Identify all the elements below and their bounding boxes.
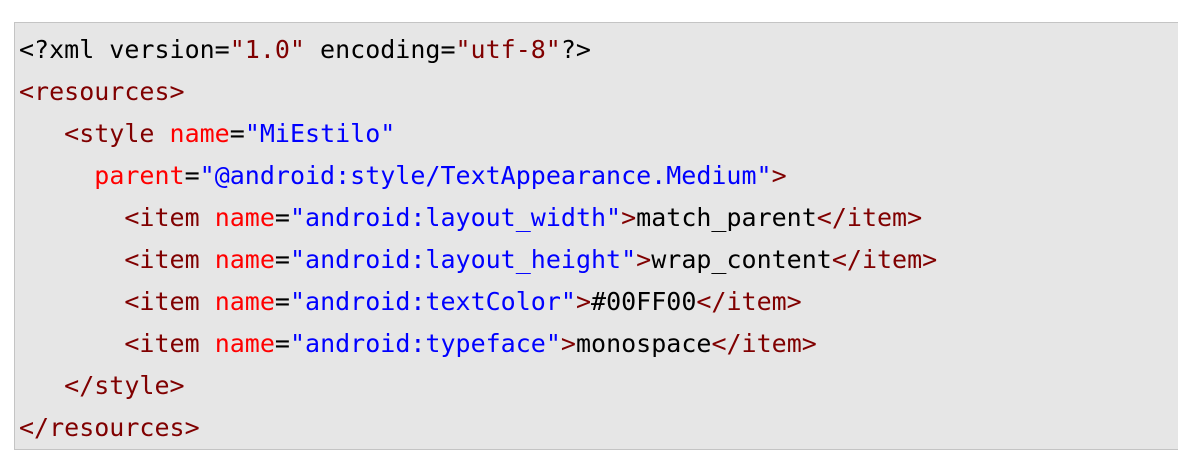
code-token-attr: name — [214, 329, 275, 358]
code-token-val: "android:typeface" — [289, 329, 561, 358]
code-token-tag: <style — [64, 119, 155, 148]
code-token-tag: </item> — [831, 245, 938, 274]
code-token-tag: </style> — [64, 371, 185, 400]
code-token-pi-val: "utf-8" — [455, 35, 561, 64]
code-line: <item name="android:textColor">#00FF00</… — [19, 281, 937, 323]
code-token-attr: name — [214, 287, 275, 316]
code-token-val: "android:textColor" — [289, 287, 576, 316]
code-token-attr: name — [214, 203, 275, 232]
code-line: <?xml version="1.0" encoding="utf-8"?> — [19, 29, 937, 71]
code-token-plain: = — [184, 161, 200, 190]
code-token-plain: <?xml version= — [19, 35, 230, 64]
code-token-tag: </item> — [816, 203, 923, 232]
code-token-tag: > — [621, 203, 637, 232]
code-token-tag: </resources> — [19, 413, 200, 442]
code-line: <item name="android:layout_width">match_… — [19, 197, 937, 239]
code-token-val: "android:layout_height" — [289, 245, 637, 274]
code-token-val: "android:layout_width" — [289, 203, 622, 232]
code-line: </style> — [19, 365, 937, 407]
code-token-val: "MiEstilo" — [244, 119, 396, 148]
code-block: <?xml version="1.0" encoding="utf-8"?> <r… — [14, 22, 1178, 450]
code-token-tag: </item> — [711, 329, 817, 358]
code-token-attr: name — [214, 245, 275, 274]
code-token-tag: > — [575, 287, 592, 316]
code-token-attr: parent — [94, 161, 185, 190]
code-token-plain: ?> — [560, 35, 591, 64]
code-token-plain: = — [274, 287, 290, 316]
code-token-tag: </item> — [696, 287, 802, 316]
code-line: <style name="MiEstilo" — [19, 113, 937, 155]
code-token-tag: <item — [124, 245, 200, 274]
code-line: <item name="android:layout_height">wrap_… — [19, 239, 937, 281]
code-token-attr: name — [169, 119, 230, 148]
code-token-tag: <item — [124, 203, 200, 232]
code-line: </resources> — [19, 407, 937, 449]
code-token-val: "@android:style/TextAppearance.Medium" — [199, 161, 772, 190]
code-token-plain: #00FF00 — [591, 287, 697, 316]
code-token-plain: = — [229, 119, 245, 148]
code-token-plain: match_parent — [636, 203, 817, 232]
code-token-tag: > — [560, 329, 576, 358]
code-token-tag: <item — [124, 287, 200, 316]
code-token-tag: > — [771, 161, 787, 190]
code-token-pi-val: "1.0" — [229, 35, 305, 64]
code-line: <item name="android:typeface">monospace<… — [19, 323, 937, 365]
code-token-plain: wrap_content — [651, 245, 832, 274]
code-token-plain: = — [274, 203, 290, 232]
code-line: parent="@android:style/TextAppearance.Me… — [19, 155, 937, 197]
code-token-plain: encoding= — [304, 35, 456, 64]
code-token-tag: > — [636, 245, 652, 274]
code-token-plain: = — [274, 329, 290, 358]
code-token-tag: <item — [124, 329, 200, 358]
code-token-plain: monospace — [575, 329, 712, 358]
code-token-tag: <resources> — [19, 77, 185, 106]
code-line: <resources> — [19, 71, 937, 113]
code-token-plain: = — [274, 245, 290, 274]
code-listing: <?xml version="1.0" encoding="utf-8"?> <r… — [19, 29, 937, 449]
